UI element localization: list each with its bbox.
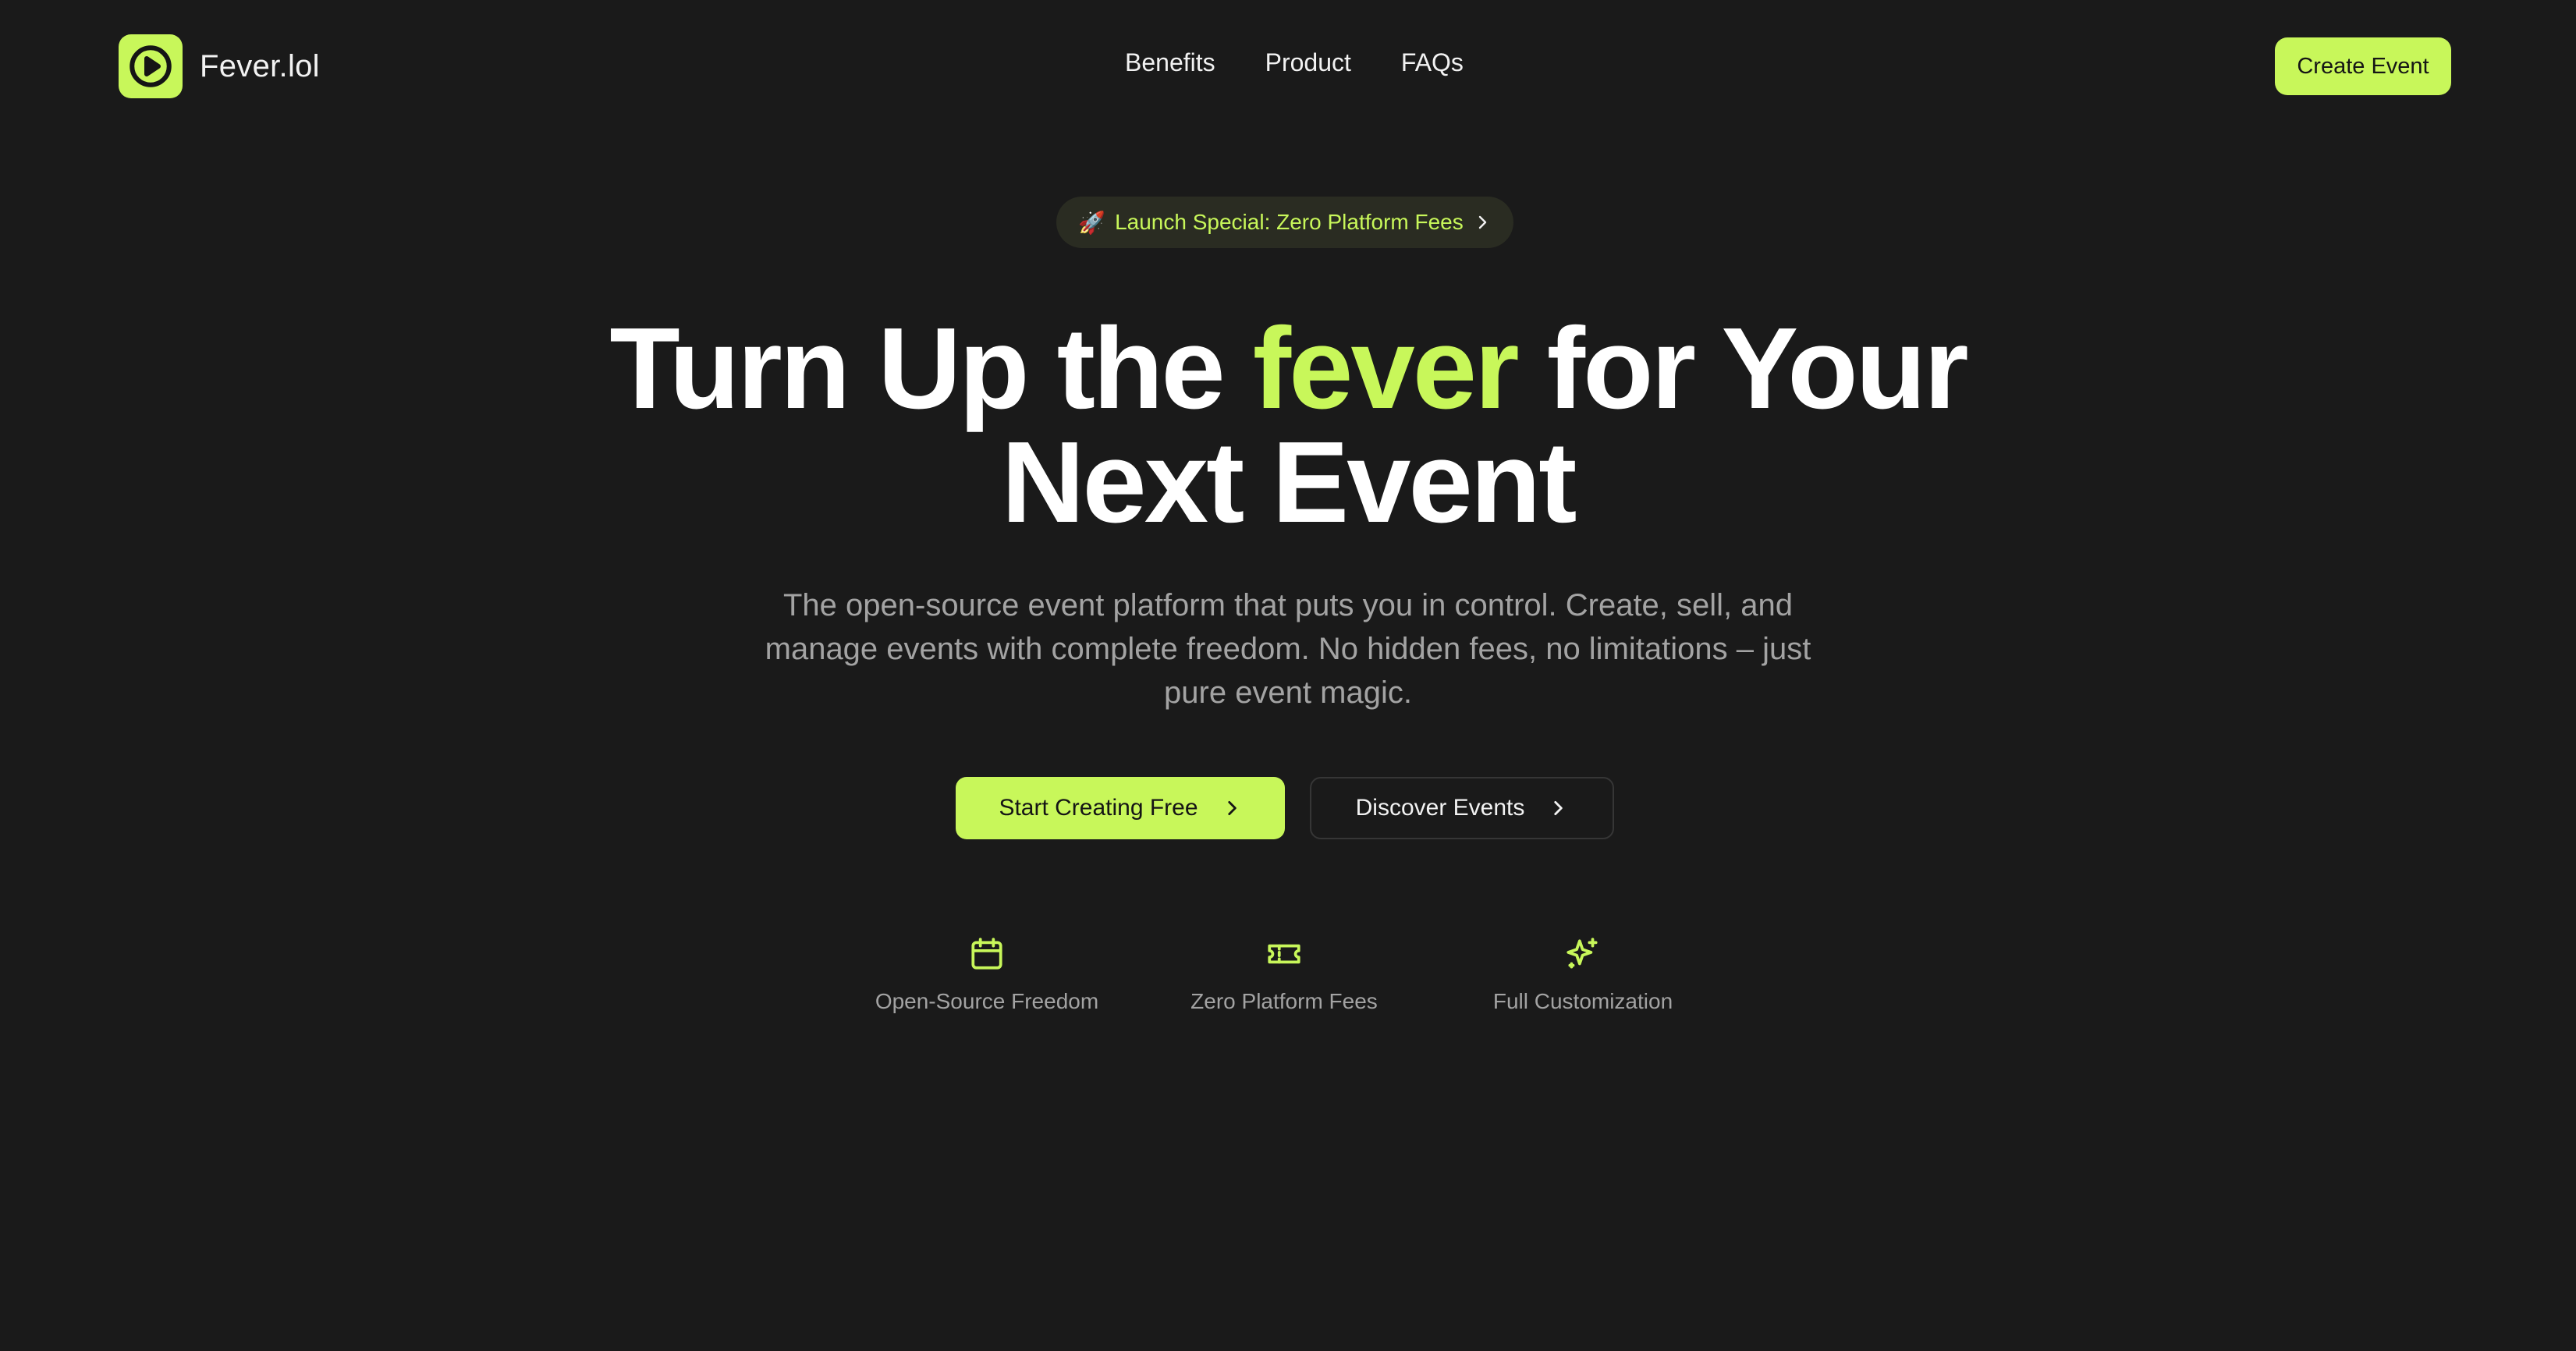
feature-label: Full Customization xyxy=(1492,989,1673,1013)
badge-text: Launch Special: Zero Platform Fees xyxy=(1115,210,1464,234)
brand-name: Fever.lol xyxy=(200,48,320,83)
hero-subtitle: The open-source event platform that puts… xyxy=(765,588,1811,710)
feature-label: Zero Platform Fees xyxy=(1190,989,1378,1013)
nav-item-faqs[interactable]: FAQs xyxy=(1401,48,1464,77)
discover-events-button[interactable]: Discover Events xyxy=(1310,777,1614,839)
nav-item-benefits[interactable]: Benefits xyxy=(1125,48,1215,77)
feature-zero-fees: Zero Platform Fees xyxy=(1144,934,1425,1014)
start-creating-free-button[interactable]: Start Creating Free xyxy=(956,777,1285,839)
nav-item-product[interactable]: Product xyxy=(1265,48,1351,77)
chevron-right-icon xyxy=(1227,801,1237,815)
hero-title: Turn Up the fever for Your Next Event xyxy=(0,311,2576,541)
chevron-right-icon xyxy=(1478,215,1486,229)
feature-highlights: Open-Source Freedom Zero Platform Fees F… xyxy=(0,934,2576,1036)
brand[interactable]: Fever.lol xyxy=(119,34,320,98)
feature-open-source: Open-Source Freedom xyxy=(846,934,1127,1014)
start-creating-free-label: Start Creating Free xyxy=(999,795,1198,821)
feature-customization: Full Customization xyxy=(1442,934,1723,1014)
hero-title-accent: fever xyxy=(1252,304,1520,433)
top-navbar: Fever.lol Benefits Product FAQs Create E… xyxy=(0,0,2576,133)
create-event-button[interactable]: Create Event xyxy=(2275,37,2451,95)
calendar-icon xyxy=(971,938,1002,970)
landing-page: Fever.lol Benefits Product FAQs Create E… xyxy=(0,0,2576,1351)
main-nav: Benefits Product FAQs xyxy=(1125,48,1464,77)
discover-events-label: Discover Events xyxy=(1355,795,1525,821)
hero-title-part1: Turn Up the xyxy=(609,304,1253,433)
feature-label: Open-Source Freedom xyxy=(875,989,1099,1013)
launch-special-badge[interactable]: 🚀 Launch Special: Zero Platform Fees xyxy=(1056,197,1513,248)
hero-title-part2: for Your xyxy=(1517,304,1969,433)
ticket-icon xyxy=(1268,944,1300,964)
chevron-right-icon xyxy=(1554,801,1563,815)
sparkles-icon xyxy=(1567,938,1598,969)
play-circle-icon xyxy=(119,34,183,98)
hero-title-line2: Next Event xyxy=(1001,418,1577,547)
rocket-icon: 🚀 xyxy=(1078,210,1106,235)
